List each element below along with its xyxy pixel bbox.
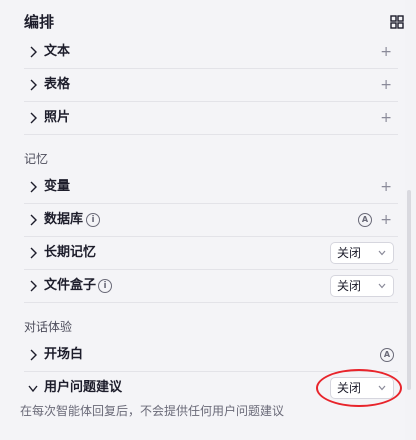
chevron-right-icon[interactable] [28,214,38,226]
item-photo[interactable]: 照片 + [24,102,398,135]
file-box-select[interactable]: 关闭 [330,275,394,297]
info-icon[interactable]: i [86,213,100,227]
grid-layout-icon[interactable] [390,15,404,29]
add-text-button[interactable]: + [380,36,392,68]
item-label: 长期记忆 [44,245,97,260]
select-value: 关闭 [337,246,362,260]
auto-icon[interactable]: A [358,213,372,227]
section-title-memory: 记忆 [24,152,49,166]
item-label: 照片 [44,110,71,125]
item-label: 用户问题建议 [44,380,123,395]
long-term-memory-select[interactable]: 关闭 [330,242,394,264]
item-variables[interactable]: 变量 + [24,171,398,204]
panel-header: 编排 [24,10,404,34]
item-label: 表格 [44,77,71,92]
panel-title: 编排 [24,13,55,31]
chevron-right-icon[interactable] [28,46,38,58]
chevron-right-icon[interactable] [28,247,38,259]
item-label: 文本 [44,44,71,59]
item-database[interactable]: 数据库 i A + [24,204,398,237]
item-label: 数据库 [44,212,84,227]
annotation-circle [316,369,402,407]
question-suggestions-hint: 在每次智能体回复后，不会提供任何用户问题建议 [20,404,285,418]
add-database-button[interactable]: + [380,204,392,236]
item-label: 变量 [44,179,71,194]
section-title-dialog: 对话体验 [24,320,73,334]
item-text[interactable]: 文本 + [24,36,398,69]
item-label: 开场白 [44,347,84,362]
chevron-down-icon [378,283,386,289]
chevron-right-icon[interactable] [28,280,38,292]
chevron-right-icon[interactable] [28,349,38,361]
item-table[interactable]: 表格 + [24,69,398,102]
chevron-right-icon[interactable] [28,79,38,91]
info-icon[interactable]: i [98,279,112,293]
item-opening-remarks[interactable]: 开场白 A [24,339,398,372]
item-long-term-memory[interactable]: 长期记忆 关闭 [24,237,398,270]
chevron-right-icon[interactable] [28,181,38,193]
item-file-box[interactable]: 文件盒子 i 关闭 [24,270,398,303]
select-value: 关闭 [337,279,362,293]
auto-icon[interactable]: A [380,348,394,362]
chevron-down-icon[interactable] [28,382,38,394]
item-label: 文件盒子 [44,278,97,293]
add-variable-button[interactable]: + [380,171,392,203]
chevron-down-icon [378,250,386,256]
add-photo-button[interactable]: + [380,102,392,134]
chevron-right-icon[interactable] [28,112,38,124]
scrollbar[interactable] [407,190,411,390]
add-table-button[interactable]: + [380,69,392,101]
